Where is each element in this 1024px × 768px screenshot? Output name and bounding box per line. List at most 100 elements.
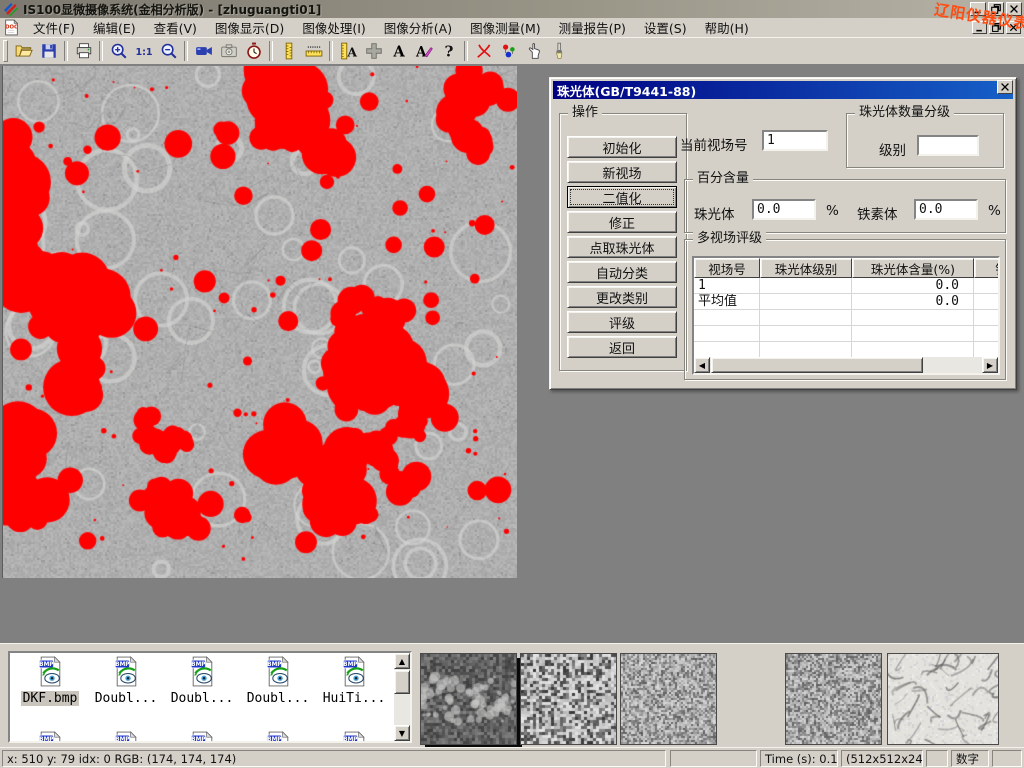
file-item-partial[interactable]: BMP (90, 731, 162, 743)
table-column-header-3[interactable]: 珠光体含量(%) (852, 258, 974, 278)
vscroll-thumb[interactable] (394, 670, 410, 694)
toolbar: 1:1AAA? (0, 37, 1024, 65)
table-row[interactable] (694, 310, 998, 326)
table-row[interactable]: 10.0 (694, 278, 998, 294)
text-label-icon[interactable]: A (386, 39, 411, 64)
zoom-in-icon[interactable] (106, 39, 131, 64)
annotate-icon[interactable]: A (411, 39, 436, 64)
dialog-title-bar[interactable]: 珠光体(GB/T9441-88) (553, 81, 1013, 99)
menu-item-5[interactable]: 图像处理(I) (293, 17, 374, 38)
thumbnail-4[interactable] (785, 653, 882, 745)
ferrite-label: 铁素体 (857, 203, 898, 223)
file-name[interactable]: DKF.bmp (21, 691, 80, 706)
file-list[interactable]: ▲ ▼ BMPDKF.bmpBMPBMPDoubl...BMPBMPDoubl.… (8, 651, 412, 743)
micrograph-image[interactable] (2, 66, 517, 578)
thumbnail-3[interactable] (620, 653, 717, 745)
table-column-header-1[interactable]: 视场号 (694, 258, 760, 278)
file-item[interactable]: BMPDoubl... (90, 656, 162, 706)
table-row[interactable] (694, 326, 998, 342)
table-hscrollbar[interactable]: ◀ ▶ (694, 357, 998, 373)
current-field-input[interactable] (762, 130, 828, 151)
ruler-horizontal-icon[interactable] (301, 39, 326, 64)
dialog-close-icon[interactable] (997, 80, 1013, 94)
hand-tool-icon[interactable] (521, 39, 546, 64)
table-cell (852, 326, 974, 341)
scroll-up-icon[interactable]: ▲ (394, 653, 410, 669)
table-row[interactable]: 平均值0.0 (694, 294, 998, 310)
file-name[interactable]: HuiTi... (321, 691, 388, 706)
mdi-close-icon[interactable] (1006, 21, 1021, 34)
move-icon[interactable] (361, 39, 386, 64)
thumbnail-1[interactable] (420, 653, 517, 745)
hscroll-thumb[interactable] (711, 357, 923, 373)
minimize-icon[interactable] (970, 2, 986, 16)
actual-size-icon[interactable]: 1:1 (131, 39, 156, 64)
op-button-7[interactable]: 更改类别 (567, 286, 677, 308)
scroll-left-icon[interactable]: ◀ (694, 357, 710, 373)
scroll-right-icon[interactable]: ▶ (982, 357, 998, 373)
menu-item-4[interactable]: 图像显示(D) (206, 17, 293, 38)
app-icon[interactable] (3, 1, 19, 17)
file-item-partial[interactable]: BMP (166, 731, 238, 743)
help-icon[interactable]: ? (436, 39, 461, 64)
table-column-header-4[interactable]: 铁素体 (974, 258, 1000, 278)
file-item[interactable]: BMP Doubl... (166, 656, 238, 706)
pearlite-percent-input[interactable] (752, 199, 816, 220)
mdi-minimize-icon[interactable] (972, 21, 987, 34)
file-item[interactable]: BMPHuiTi... (318, 656, 390, 706)
thumbnail-2[interactable] (520, 653, 617, 745)
ruler-vertical-icon[interactable] (276, 39, 301, 64)
level-input[interactable] (917, 135, 979, 156)
timer-icon[interactable] (241, 39, 266, 64)
op-button-3[interactable]: 二值化 (567, 186, 677, 208)
op-button-6[interactable]: 自动分类 (567, 261, 677, 283)
bmp-file-icon: BMP (166, 656, 238, 687)
menu-item-2[interactable]: 编辑(E) (84, 17, 145, 38)
op-button-2[interactable]: 新视场 (567, 161, 677, 183)
op-button-1[interactable]: 初始化 (567, 136, 677, 158)
video-capture-icon[interactable] (191, 39, 216, 64)
file-item-partial[interactable]: BMP (318, 731, 390, 743)
menu-item-10[interactable]: 帮助(H) (696, 17, 758, 38)
ferrite-percent-input[interactable] (914, 199, 978, 220)
file-name[interactable]: Doubl... (169, 691, 236, 706)
menu-item-9[interactable]: 设置(S) (635, 17, 696, 38)
file-item-partial[interactable]: BMP (14, 731, 86, 743)
zoom-out-icon[interactable] (156, 39, 181, 64)
menu-item-7[interactable]: 图像测量(M) (461, 17, 550, 38)
close-icon[interactable] (1006, 2, 1022, 16)
menu-item-1[interactable]: 文件(F) (24, 17, 84, 38)
restore-icon[interactable] (988, 2, 1004, 16)
thumbnail-5[interactable] (887, 653, 999, 745)
table-row[interactable] (694, 342, 998, 358)
toolbar-grip[interactable] (3, 40, 8, 62)
file-name[interactable]: Doubl... (93, 691, 160, 706)
file-item[interactable]: BMPDoubl... (242, 656, 314, 706)
brush-tool-icon[interactable] (546, 39, 571, 64)
current-field-label: 当前视场号 (680, 134, 748, 154)
file-item[interactable]: BMPDKF.bmp (14, 656, 86, 706)
document-icon[interactable]: DOC (3, 19, 20, 36)
particle-analysis-icon[interactable] (496, 39, 521, 64)
menu-item-8[interactable]: 测量报告(P) (550, 17, 635, 38)
file-item-partial[interactable]: BMP (242, 731, 314, 743)
table-column-header-2[interactable]: 珠光体级别 (760, 258, 852, 278)
save-icon[interactable] (36, 39, 61, 64)
scroll-down-icon[interactable]: ▼ (394, 725, 410, 741)
percent-group-label: 百分含量 (693, 172, 753, 186)
snapshot-icon[interactable] (216, 39, 241, 64)
file-name[interactable]: Doubl... (245, 691, 312, 706)
op-button-9[interactable]: 返回 (567, 336, 677, 358)
curve-tool-icon[interactable] (471, 39, 496, 64)
mdi-restore-icon[interactable] (989, 21, 1004, 34)
menu-item-3[interactable]: 查看(V) (145, 17, 206, 38)
op-button-8[interactable]: 评级 (567, 311, 677, 333)
op-button-4[interactable]: 修正 (567, 211, 677, 233)
op-button-5[interactable]: 点取珠光体 (567, 236, 677, 258)
print-icon[interactable] (71, 39, 96, 64)
calibration-icon[interactable]: A (336, 39, 361, 64)
open-file-icon[interactable] (11, 39, 36, 64)
menu-item-6[interactable]: 图像分析(A) (375, 17, 461, 38)
table-cell (974, 342, 1000, 357)
file-list-vscrollbar[interactable]: ▲ ▼ (394, 653, 410, 741)
